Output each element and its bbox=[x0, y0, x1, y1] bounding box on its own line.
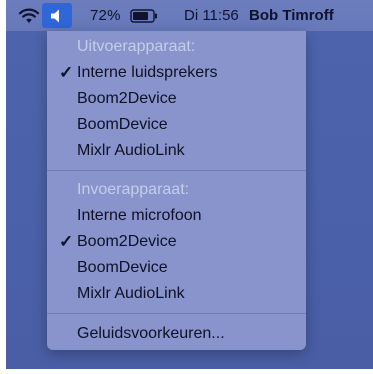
input-device-label: Interne microfoon bbox=[77, 207, 202, 224]
wifi-icon bbox=[18, 8, 40, 23]
output-device-label: Interne luidsprekers bbox=[77, 64, 218, 81]
output-device-label: Mixlr AudioLink bbox=[77, 142, 185, 159]
sound-dropdown-menu: Uitvoerapparaat: ✓ Interne luidsprekers … bbox=[47, 31, 306, 350]
input-device-label: Boom2Device bbox=[77, 233, 177, 250]
output-device-item[interactable]: Boom2Device bbox=[47, 86, 306, 112]
battery-icon bbox=[130, 8, 157, 23]
desktop-background: 72% Di 11:56 Bob Timroff Uitvoerapparaat… bbox=[6, 0, 373, 369]
menu-separator bbox=[47, 170, 306, 171]
menu-bar: 72% Di 11:56 Bob Timroff bbox=[6, 0, 373, 31]
menubar-clock[interactable]: Di 11:56 bbox=[184, 0, 239, 31]
input-device-label: Mixlr AudioLink bbox=[77, 285, 185, 302]
sound-preferences-label: Geluidsvoorkeuren... bbox=[77, 325, 225, 342]
checkmark-icon: ✓ bbox=[59, 63, 74, 82]
menu-separator bbox=[47, 313, 306, 314]
speaker-icon bbox=[51, 9, 59, 22]
battery-percentage: 72% bbox=[90, 7, 121, 24]
output-device-item[interactable]: ✓ Interne luidsprekers bbox=[47, 60, 306, 86]
input-device-header: Invoerapparaat: bbox=[47, 177, 306, 203]
input-device-item[interactable]: Interne microfoon bbox=[47, 203, 306, 229]
input-device-item[interactable]: BoomDevice bbox=[47, 255, 306, 281]
output-device-header: Uitvoerapparaat: bbox=[47, 34, 306, 60]
wifi-status-item[interactable] bbox=[16, 0, 42, 31]
battery-status-item[interactable] bbox=[130, 0, 158, 31]
sound-preferences-item[interactable]: Geluidsvoorkeuren... bbox=[47, 321, 306, 347]
output-device-label: BoomDevice bbox=[77, 116, 168, 133]
sound-status-item[interactable] bbox=[42, 3, 72, 28]
input-device-item[interactable]: Mixlr AudioLink bbox=[47, 281, 306, 307]
checkmark-icon: ✓ bbox=[59, 232, 74, 251]
input-device-label: BoomDevice bbox=[77, 259, 168, 276]
input-device-item[interactable]: ✓ Boom2Device bbox=[47, 229, 306, 255]
output-device-label: Boom2Device bbox=[77, 90, 177, 107]
output-device-item[interactable]: Mixlr AudioLink bbox=[47, 138, 306, 164]
output-header-label: Uitvoerapparaat: bbox=[77, 38, 196, 55]
input-header-label: Invoerapparaat: bbox=[77, 181, 190, 198]
user-account-menu[interactable]: Bob Timroff bbox=[249, 0, 334, 31]
output-device-item[interactable]: BoomDevice bbox=[47, 112, 306, 138]
